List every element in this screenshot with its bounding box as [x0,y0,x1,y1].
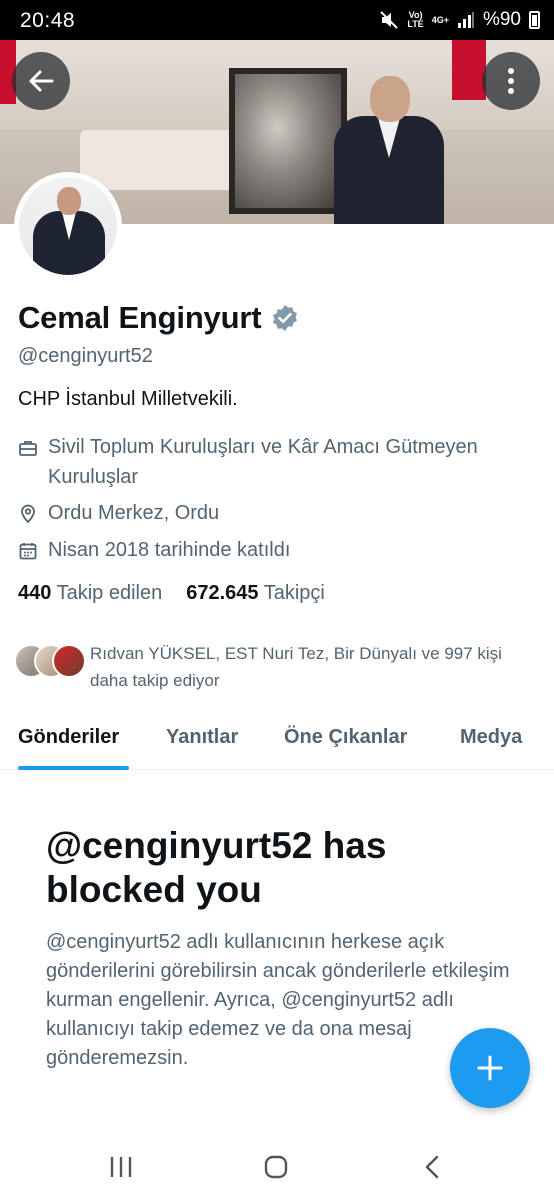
compose-button[interactable] [450,1028,530,1108]
followers-label: Takipçi [263,582,325,604]
signal-icon [457,12,474,28]
followers-link[interactable]: 672.645 Takipçi [186,582,325,605]
profile-location: Ordu Merkez, Ordu [18,498,219,528]
mute-icon [380,11,399,29]
battery-percent: %90 [482,9,521,30]
active-tab-indicator [18,766,129,770]
following-label: Takip edilen [56,582,163,604]
status-time: 20:48 [20,9,76,32]
profile-tabs: Gönderiler Yanıtlar Öne Çıkanlar Medya [0,712,554,770]
briefcase-icon [19,441,37,456]
arrow-left-icon [29,70,54,92]
following-link[interactable]: 440 Takip edilen [18,582,162,605]
system-back-button[interactable] [420,1154,446,1180]
profile-stats: 440 Takip edilen 672.645 Takipçi [18,582,325,605]
follower-avatar [52,644,86,678]
status-icons: Vo) LTE 4G+ %90 [379,9,540,31]
banner-person [334,76,444,224]
following-count: 440 [18,582,52,604]
status-bar: 20:48 Vo) LTE 4G+ %90 [0,0,554,40]
home-button[interactable] [263,1154,289,1180]
known-followers[interactable]: Rıdvan YÜKSEL, EST Nuri Tez, Bir Dünyalı… [14,640,544,694]
profile-category: Sivil Toplum Kuruluşları ve Kâr Amacı Gü… [18,432,538,492]
blocked-body: @cenginyurt52 adlı kullanıcının herkese … [46,931,510,1069]
signal-gen: 4G+ [431,14,449,25]
profile-name-row: Cemal Enginyurt [18,300,299,336]
back-button[interactable] [12,52,70,110]
network-type: Vo) LTE [407,10,424,29]
profile-joined-text: Nisan 2018 tarihinde katıldı [48,539,291,561]
more-options-button[interactable] [482,52,540,110]
recent-apps-button[interactable] [108,1154,134,1180]
profile-category-text: Sivil Toplum Kuruluşları ve Kâr Amacı Gü… [48,436,478,488]
profile-bio: CHP İstanbul Milletvekili. [18,388,238,410]
location-pin-icon [21,504,35,524]
profile-location-text: Ordu Merkez, Ordu [48,502,220,524]
system-nav-bar [0,1136,554,1200]
blocked-title: @cenginyurt52 has blocked you [46,825,387,910]
profile-handle: @cenginyurt52 [18,345,153,367]
more-vertical-icon [508,68,514,94]
followers-count: 672.645 [186,582,259,604]
tab-replies[interactable]: Yanıtlar [166,726,238,749]
tab-posts[interactable]: Gönderiler [18,726,119,749]
profile-name: Cemal Enginyurt [18,300,262,335]
banner-flag-right [452,40,486,100]
avatar[interactable] [14,172,122,280]
verified-badge-icon[interactable] [271,304,299,332]
plus-icon [477,1055,503,1081]
tab-highlights[interactable]: Öne Çıkanlar [284,726,407,749]
profile-joined: Nisan 2018 tarihinde katıldı [18,535,290,565]
known-followers-avatars [14,644,86,680]
battery-icon [529,11,540,29]
known-followers-text: Rıdvan YÜKSEL, EST Nuri Tez, Bir Dünyalı… [90,644,502,690]
calendar-icon [19,543,37,560]
tab-media[interactable]: Medya [460,726,522,749]
banner-portrait [229,68,347,214]
